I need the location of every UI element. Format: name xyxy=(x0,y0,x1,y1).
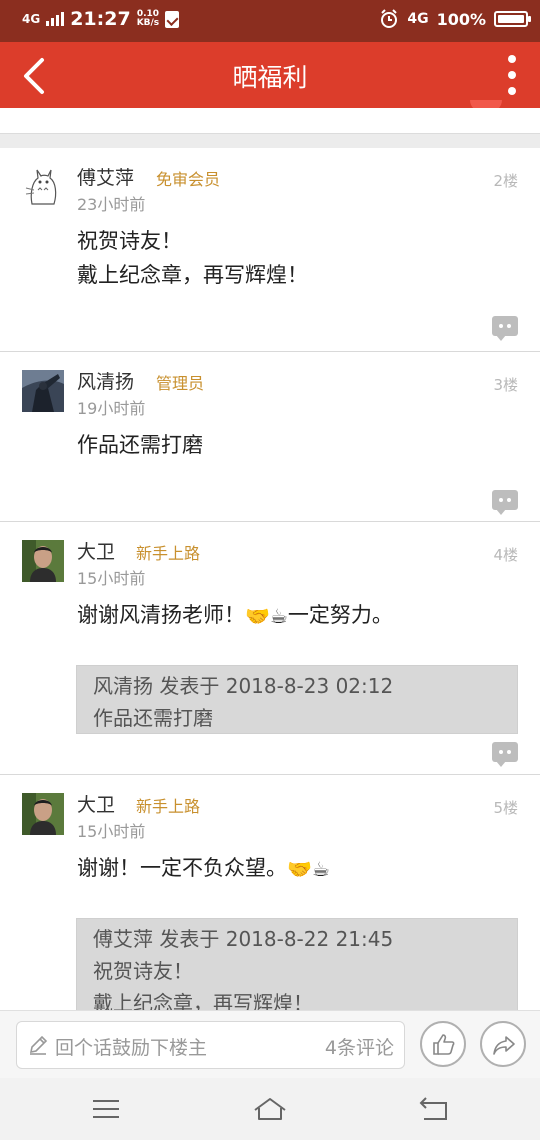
more-menu-button[interactable] xyxy=(502,55,522,95)
reply-item: 大卫 新手上路 15小时前 5楼 谢谢！一定不负众望。🤝☕ 傅艾萍 发表于 20… xyxy=(0,775,540,1010)
status-bar: 4G 21:27 0.10 KB/s 4G 100% xyxy=(0,0,540,42)
page-title: 晒福利 xyxy=(232,63,308,92)
clock: 21:27 xyxy=(70,8,131,30)
reply-text: 谢谢！一定不负众望。🤝☕ xyxy=(77,851,330,886)
quote-header: 风清扬 发表于 2018-8-23 02:12 xyxy=(93,674,394,698)
network-type-right: 4G xyxy=(407,11,429,27)
reply-text: 祝贺诗友！ 戴上纪念章，再写辉煌！ xyxy=(77,229,308,287)
quote-text: 戴上纪念章，再写辉煌！ xyxy=(93,991,313,1010)
quote-text: 作品还需打磨 xyxy=(93,706,213,730)
reply-placeholder: 回个话鼓励下楼主 xyxy=(55,1037,208,1059)
comment-count[interactable]: 4条评论 xyxy=(325,1033,394,1060)
dark-figure-avatar-icon xyxy=(22,370,64,412)
system-back-button[interactable] xyxy=(416,1094,452,1124)
reply-item: 风清扬 管理员 19小时前 3楼 作品还需打磨 xyxy=(0,352,540,522)
quote-text: 祝贺诗友！ xyxy=(93,959,193,983)
avatar[interactable] xyxy=(22,166,64,208)
menu-icon xyxy=(93,1100,119,1118)
username[interactable]: 大卫 xyxy=(77,537,115,564)
more-dot-icon xyxy=(508,87,516,95)
clipboard-check-icon xyxy=(165,10,180,28)
post-time: 19小时前 xyxy=(77,399,146,418)
post-time: 15小时前 xyxy=(77,569,146,588)
post-time: 15小时前 xyxy=(77,822,146,841)
quote-header: 傅艾萍 发表于 2018-8-22 21:45 xyxy=(93,927,394,951)
alarm-icon xyxy=(381,9,398,28)
thumbs-up-icon xyxy=(433,1034,455,1055)
reply-list[interactable]: 傅艾萍 免审会员 23小时前 2楼 祝贺诗友！ 戴上纪念章，再写辉煌！ 风清扬 … xyxy=(0,108,540,1010)
more-dot-icon xyxy=(508,55,516,63)
man-avatar-icon xyxy=(22,793,64,835)
username[interactable]: 风清扬 xyxy=(77,367,134,394)
floor-number: 5楼 xyxy=(493,799,518,817)
more-dot-icon xyxy=(508,71,516,79)
reply-text: 作品还需打磨 xyxy=(77,433,203,457)
man-avatar-icon xyxy=(22,540,64,582)
username[interactable]: 大卫 xyxy=(77,790,115,817)
floor-number: 4楼 xyxy=(493,546,518,564)
pencil-icon xyxy=(29,1035,48,1055)
system-nav-bar xyxy=(0,1078,540,1140)
post-time: 23小时前 xyxy=(77,195,146,214)
battery-percent: 100% xyxy=(436,9,486,29)
role-badge: 管理员 xyxy=(156,374,205,393)
return-icon xyxy=(419,1097,447,1120)
comment-button[interactable] xyxy=(492,316,518,341)
avatar[interactable] xyxy=(22,793,64,835)
quoted-reply: 傅艾萍 发表于 2018-8-22 21:45 祝贺诗友！ 戴上纪念章，再写辉煌… xyxy=(76,918,518,1010)
reply-input-bar: 回个话鼓励下楼主 4条评论 xyxy=(0,1010,540,1078)
menu-button[interactable] xyxy=(88,1094,124,1124)
previous-section-edge xyxy=(0,108,540,134)
network-type: 4G xyxy=(22,12,41,26)
totoro-avatar-icon xyxy=(22,166,64,208)
share-button[interactable] xyxy=(480,1021,526,1067)
floor-number: 3楼 xyxy=(493,376,518,394)
share-arrow-icon xyxy=(493,1036,515,1055)
role-badge: 免审会员 xyxy=(156,170,221,189)
battery-icon xyxy=(494,11,531,27)
username[interactable]: 傅艾萍 xyxy=(77,163,134,190)
like-button[interactable] xyxy=(420,1021,466,1067)
network-speed: 0.10 KB/s xyxy=(136,9,160,28)
role-badge: 新手上路 xyxy=(136,797,201,816)
handshake-coffee-emoji: 🤝☕ xyxy=(287,857,330,881)
top-navbar: 晒福利 xyxy=(0,42,540,108)
quoted-reply: 风清扬 发表于 2018-8-23 02:12 作品还需打磨 xyxy=(76,665,518,734)
comment-button[interactable] xyxy=(492,742,518,767)
handshake-coffee-emoji: 🤝☕ xyxy=(245,604,288,628)
comment-button[interactable] xyxy=(492,490,518,515)
reply-item: 傅艾萍 免审会员 23小时前 2楼 祝贺诗友！ 戴上纪念章，再写辉煌！ xyxy=(0,148,540,352)
signal-icon xyxy=(46,12,65,26)
home-button[interactable] xyxy=(252,1094,288,1124)
avatar[interactable] xyxy=(22,370,64,412)
role-badge: 新手上路 xyxy=(136,544,201,563)
floor-number: 2楼 xyxy=(493,172,518,190)
reply-text: 谢谢风清扬老师！🤝☕一定努力。 xyxy=(77,598,393,633)
home-icon xyxy=(254,1098,286,1120)
reply-input[interactable]: 回个话鼓励下楼主 4条评论 xyxy=(16,1021,405,1069)
reply-item: 大卫 新手上路 15小时前 4楼 谢谢风清扬老师！🤝☕一定努力。 风清扬 发表于… xyxy=(0,522,540,775)
avatar[interactable] xyxy=(22,540,64,582)
